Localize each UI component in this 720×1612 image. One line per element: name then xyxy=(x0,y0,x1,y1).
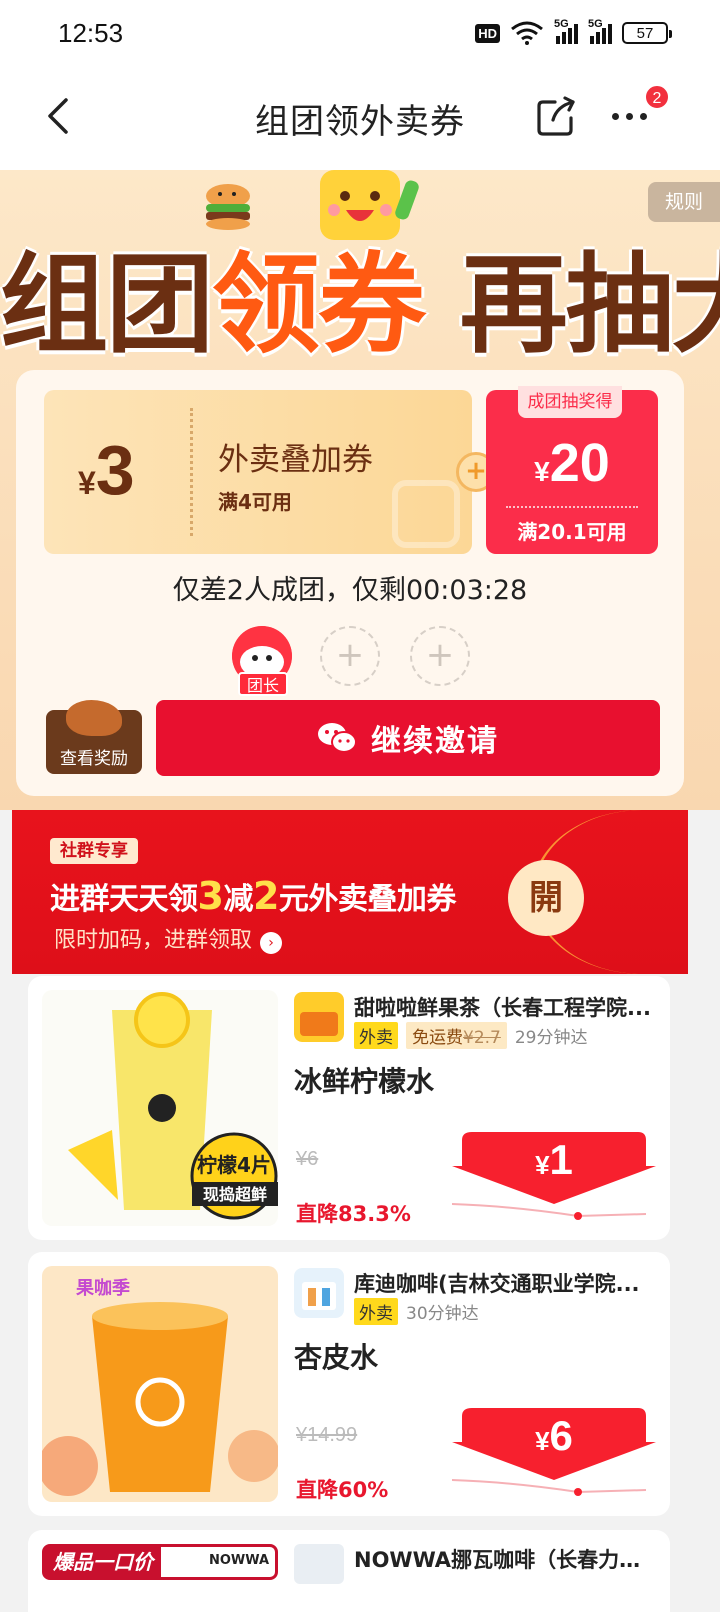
store-logo xyxy=(294,992,344,1042)
chicken-icon xyxy=(66,700,122,736)
product-name: 冰鲜柠檬水 xyxy=(294,1065,435,1098)
product-name: 杏皮水 xyxy=(294,1341,379,1374)
product-image: 果咖季 xyxy=(42,1266,278,1502)
hero-title: 组团领券 再抽大奖 xyxy=(0,243,720,368)
continue-invite-button[interactable]: 继续邀请 xyxy=(156,700,660,776)
coupon-condition: 满4可用 xyxy=(218,490,292,514)
leader-tag: 团长 xyxy=(238,672,288,696)
brand-label: NOWWA xyxy=(209,1553,270,1568)
status-bar: 12:53 HD 5G 5G 57 xyxy=(0,0,720,66)
product-image: 柠檬4片 现捣超鲜 xyxy=(42,990,278,1226)
store-meta: 外卖 30分钟达 xyxy=(354,1298,479,1325)
deal-price: ¥6 xyxy=(535,1412,573,1459)
product-card[interactable]: 柠檬4片 现捣超鲜 甜啦啦鲜果茶（长春工程学院... 外卖 免运费¥2.7 29… xyxy=(28,976,670,1240)
nav-bar: 组团领外卖券 xyxy=(0,66,720,170)
product-card[interactable]: 爆品一口价 NOWWA NOWWA挪瓦咖啡（长春力旺... xyxy=(28,1530,670,1612)
price-trend-line xyxy=(452,1479,646,1496)
stack-coupon: ¥3 外卖叠加券 满4可用 xyxy=(44,390,472,554)
team-coupon-card: ¥3 外卖叠加券 满4可用 + 成团抽奖得 ¥20 满20.1可用 仅差2人成团… xyxy=(16,370,684,796)
status-icons: HD 5G 5G 57 xyxy=(475,18,672,45)
open-button[interactable]: 開 xyxy=(508,860,584,936)
image-label: 果咖季 xyxy=(75,1278,130,1299)
community-banner[interactable]: 社群专享 进群天天领3减2元外卖叠加券 限时加码，进群领取 › 開 xyxy=(12,810,688,974)
store-name: NOWWA挪瓦咖啡（长春力旺... xyxy=(354,1548,658,1572)
image-label: 现捣超鲜 xyxy=(203,1185,267,1204)
notification-badge: 2 xyxy=(644,84,670,110)
delivery-tag: 外卖 xyxy=(354,1298,398,1325)
store-logo xyxy=(294,1268,344,1318)
coupon-price: ¥3 xyxy=(78,431,135,509)
share-icon[interactable] xyxy=(535,94,579,138)
eta: 30分钟达 xyxy=(406,1304,479,1324)
store-meta: 外卖 免运费¥2.7 29分钟达 xyxy=(354,1022,588,1049)
empty-slot[interactable]: + xyxy=(410,626,470,686)
eta: 29分钟达 xyxy=(514,1028,588,1048)
store-name: 库迪咖啡(吉林交通职业学院... xyxy=(354,1272,640,1296)
image-label: 柠檬4片 xyxy=(197,1153,271,1177)
original-price: ¥14.99 xyxy=(296,1424,358,1446)
battery-level: 57 xyxy=(636,24,654,42)
community-subtitle: 限时加码，进群领取 › xyxy=(54,922,283,954)
status-time: 12:53 xyxy=(58,17,124,48)
coupon-divider xyxy=(190,408,193,536)
product-card[interactable]: 果咖季 库迪咖啡(吉林交通职业学院... 外卖 30分钟达 杏皮水 ¥14.99… xyxy=(28,1252,670,1516)
wifi-icon xyxy=(511,21,543,45)
coupon-name: 外卖叠加券 xyxy=(218,442,373,478)
original-price: ¥6 xyxy=(296,1148,319,1170)
arrow-right-icon: › xyxy=(260,932,283,954)
team-status: 仅差2人成团，仅剩00:03:28 xyxy=(172,575,528,606)
store-logo xyxy=(294,1544,344,1584)
hd-icon: HD xyxy=(475,23,500,43)
view-reward-label: 查看奖励 xyxy=(60,749,128,769)
hot-deal-badge: 爆品一口价 xyxy=(45,1547,161,1577)
rules-button[interactable]: 规则 xyxy=(648,182,720,222)
page: 12:53 HD 5G 5G 57 组团领外卖券 2 规则 组团领券 再抽 ¥3… xyxy=(0,0,720,1612)
prize-price: ¥20 xyxy=(534,433,610,493)
deal-price: ¥1 xyxy=(535,1136,573,1183)
discount-label: 直降83.3% xyxy=(296,1202,411,1226)
hero-section: 规则 组团领券 再抽大奖 ¥3 外卖叠加券 满4可用 + xyxy=(0,170,720,810)
view-reward-button[interactable]: 查看奖励 xyxy=(46,700,142,774)
watermark-icon xyxy=(392,480,460,548)
delivery-tag: 外卖 xyxy=(354,1022,398,1049)
store-name: 甜啦啦鲜果茶（长春工程学院... xyxy=(354,996,651,1020)
prize-divider xyxy=(506,506,638,508)
discount-label: 直降60% xyxy=(296,1478,389,1502)
signal-icon-2: 5G xyxy=(588,18,612,44)
prize-condition: 满20.1可用 xyxy=(517,520,627,544)
signal-icon: 5G xyxy=(554,18,578,44)
prize-coupon: 成团抽奖得 ¥20 满20.1可用 xyxy=(486,386,658,554)
community-tag: 社群专享 xyxy=(50,838,138,864)
prize-tag: 成团抽奖得 xyxy=(518,386,622,418)
wechat-icon xyxy=(318,723,357,753)
free-shipping-tag: 免运费¥2.7 xyxy=(406,1022,507,1049)
empty-slot[interactable]: + xyxy=(320,626,380,686)
price-trend-line xyxy=(452,1203,646,1220)
product-image: 爆品一口价 NOWWA xyxy=(42,1544,278,1580)
back-icon[interactable] xyxy=(40,96,80,136)
continue-invite-label: 继续邀请 xyxy=(371,724,499,759)
community-headline: 进群天天领3减2元外卖叠加券 xyxy=(50,874,456,918)
battery-icon: 57 xyxy=(622,22,672,44)
